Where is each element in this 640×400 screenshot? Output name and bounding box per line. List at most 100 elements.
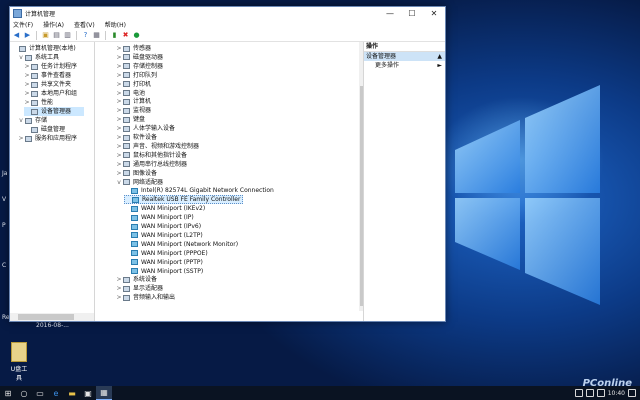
device-category-item[interactable]: > 存储控制器 — [116, 62, 163, 71]
tree-item[interactable]: 计算机管理(本地) — [12, 44, 76, 53]
chevron-right-icon[interactable]: > — [116, 169, 122, 178]
chevron-right-icon[interactable]: > — [116, 160, 122, 169]
device-category-item[interactable]: > 系统设备 — [116, 275, 157, 284]
chevron-right-icon[interactable]: > — [116, 142, 122, 151]
tree-item[interactable]: > 共享文件夹 — [24, 80, 71, 89]
tree-item[interactable]: 磁盘管理 — [24, 125, 65, 134]
update-driver-icon[interactable]: ▮ — [110, 31, 119, 40]
device-category-item[interactable]: > 计算机 — [116, 97, 151, 106]
minimize-button[interactable]: — — [379, 7, 401, 19]
scrollbar-thumb[interactable] — [18, 314, 74, 320]
menu-help[interactable]: 帮助(H) — [105, 20, 126, 29]
notification-icon[interactable] — [628, 389, 636, 397]
back-arrow-icon[interactable]: ◀ — [12, 31, 21, 40]
chevron-right-icon[interactable]: > — [24, 98, 30, 107]
chevron-right-icon[interactable]: > — [116, 97, 122, 106]
help-icon[interactable]: ? — [81, 31, 90, 40]
horizontal-scrollbar[interactable] — [10, 313, 94, 321]
chevron-up-icon[interactable] — [574, 389, 583, 397]
desktop-icon-usb-tool[interactable]: U盘工具 — [8, 342, 30, 382]
network-icon[interactable] — [585, 389, 594, 397]
console-tree-icon[interactable]: ▤ — [52, 31, 61, 40]
network-adapter-item[interactable]: Realtek USB FE Family Controller — [124, 195, 244, 205]
title-bar[interactable]: 计算机管理 — ☐ ✕ — [10, 7, 445, 19]
maximize-button[interactable]: ☐ — [401, 7, 423, 19]
menu-file[interactable]: 文件(F) — [13, 20, 33, 29]
device-category-item[interactable]: > 鼠标和其他指针设备 — [116, 151, 187, 160]
chevron-right-icon[interactable]: > — [116, 275, 122, 284]
chevron-right-icon[interactable]: > — [116, 44, 122, 53]
device-category-item[interactable]: v 网络适配器 — [116, 178, 163, 187]
computer-management-taskbar-button[interactable]: ▦ — [96, 386, 112, 400]
chevron-right-icon[interactable]: > — [24, 62, 30, 71]
device-category-item[interactable]: > 键盘 — [116, 115, 145, 124]
close-button[interactable]: ✕ — [423, 7, 445, 19]
chevron-right-icon[interactable]: > — [24, 80, 30, 89]
chevron-down-icon[interactable]: v — [116, 178, 122, 187]
device-category-item[interactable]: > 打印队列 — [116, 71, 157, 80]
chevron-right-icon[interactable]: > — [116, 89, 122, 98]
device-category-item[interactable]: > 通用串行总线控制器 — [116, 160, 187, 169]
task-view-icon[interactable]: ▭ — [32, 386, 48, 400]
properties-icon[interactable]: ▥ — [63, 31, 72, 40]
chevron-down-icon[interactable]: v — [18, 116, 24, 125]
chevron-right-icon[interactable]: > — [116, 124, 122, 133]
clock[interactable]: 10:40 — [608, 390, 625, 397]
network-adapter-item[interactable]: WAN Miniport (IKEv2) — [124, 204, 205, 213]
tree-item[interactable]: > 任务计划程序 — [24, 62, 77, 71]
chevron-down-icon[interactable]: v — [18, 53, 24, 62]
network-adapter-item[interactable]: WAN Miniport (IPv6) — [124, 222, 201, 231]
uninstall-icon[interactable]: ✖ — [121, 31, 130, 40]
chevron-right-icon[interactable]: > — [24, 71, 30, 80]
network-adapter-item[interactable]: WAN Miniport (SSTP) — [124, 267, 203, 276]
network-adapter-item[interactable]: WAN Miniport (IP) — [124, 213, 194, 222]
network-adapter-item[interactable]: WAN Miniport (L2TP) — [124, 231, 203, 240]
chevron-right-icon[interactable]: > — [116, 106, 122, 115]
up-folder-icon[interactable]: ▣ — [41, 31, 50, 40]
menu-action[interactable]: 操作(A) — [43, 20, 64, 29]
enable-device-icon[interactable]: ● — [132, 31, 141, 40]
chevron-right-icon[interactable]: > — [116, 284, 122, 293]
collapse-arrow-icon[interactable]: ▲ — [437, 52, 442, 61]
file-explorer-icon[interactable]: ▬ — [64, 386, 80, 400]
network-adapter-item[interactable]: WAN Miniport (Network Monitor) — [124, 240, 238, 249]
menu-view[interactable]: 查看(V) — [74, 20, 95, 29]
more-actions-item[interactable]: 更多操作 ► — [364, 61, 445, 70]
device-category-item[interactable]: > 声音、视频和游戏控制器 — [116, 142, 199, 151]
forward-arrow-icon[interactable]: ▶ — [23, 31, 32, 40]
network-adapter-item[interactable]: Intel(R) 82574L Gigabit Network Connecti… — [124, 186, 274, 195]
chevron-right-icon[interactable]: > — [116, 62, 122, 71]
tree-item[interactable]: v 系统工具 — [18, 53, 59, 62]
chevron-right-icon[interactable]: > — [116, 133, 122, 142]
tree-item[interactable]: > 本地用户和组 — [24, 89, 77, 98]
network-adapter-item[interactable]: WAN Miniport (PPPOE) — [124, 249, 208, 258]
chevron-right-icon[interactable]: > — [18, 134, 24, 143]
device-category-item[interactable]: > 软件设备 — [116, 133, 157, 142]
device-category-item[interactable]: > 打印机 — [116, 80, 151, 89]
edge-browser-icon[interactable]: e — [48, 386, 64, 400]
tree-item-device-manager[interactable]: 设备管理器 — [24, 107, 84, 116]
chevron-right-icon[interactable]: > — [116, 80, 122, 89]
tree-item[interactable]: > 事件查看器 — [24, 71, 71, 80]
chevron-right-icon[interactable]: > — [24, 89, 30, 98]
volume-icon[interactable] — [596, 389, 605, 397]
device-category-item[interactable]: > 监视器 — [116, 106, 151, 115]
search-icon[interactable]: ○ — [16, 386, 32, 400]
network-adapter-item[interactable]: WAN Miniport (PPTP) — [124, 258, 203, 267]
device-category-item[interactable]: > 传感器 — [116, 44, 151, 53]
tree-item[interactable]: > 服务和应用程序 — [18, 134, 77, 143]
device-category-item[interactable]: > 音频输入和输出 — [116, 293, 175, 302]
device-category-item[interactable]: > 人体学输入设备 — [116, 124, 175, 133]
chevron-right-icon[interactable]: > — [116, 151, 122, 160]
chevron-right-icon[interactable]: > — [116, 71, 122, 80]
chevron-right-icon[interactable]: > — [116, 293, 122, 302]
chevron-right-icon[interactable]: > — [116, 115, 122, 124]
device-category-item[interactable]: > 显示适配器 — [116, 284, 163, 293]
device-category-item[interactable]: > 图像设备 — [116, 169, 157, 178]
chevron-right-icon[interactable]: > — [116, 53, 122, 62]
device-category-item[interactable]: > 电池 — [116, 89, 145, 98]
start-button[interactable]: ⊞ — [0, 386, 16, 400]
tree-item[interactable]: > 性能 — [24, 98, 53, 107]
tree-item[interactable]: v 存储 — [18, 116, 47, 125]
device-category-item[interactable]: > 磁盘驱动器 — [116, 53, 163, 62]
